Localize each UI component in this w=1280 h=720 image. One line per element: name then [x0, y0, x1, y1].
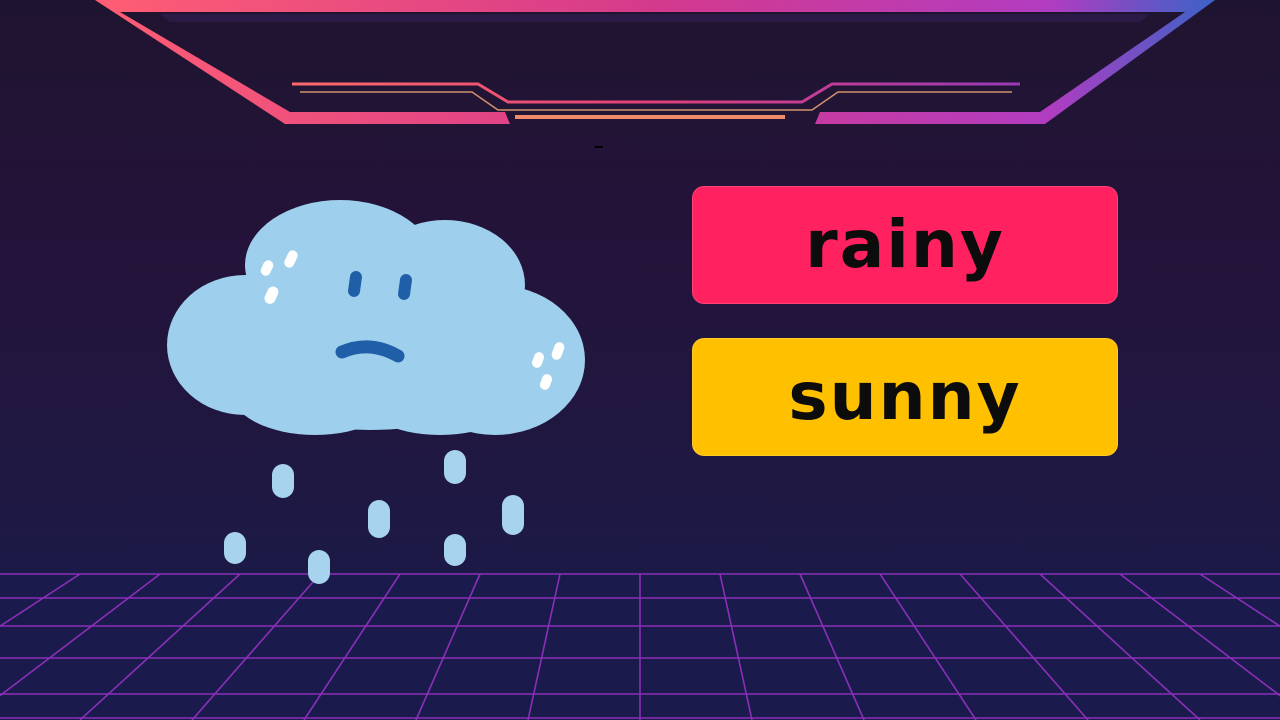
answer-option-rainy[interactable]: rainy: [692, 186, 1118, 304]
neon-grid-floor: [0, 572, 1280, 720]
neon-header-frame: [95, 0, 1215, 148]
answer-option-label: sunny: [788, 358, 1022, 435]
game-stage: rainy sunny: [0, 0, 1280, 720]
answer-option-label: rainy: [805, 206, 1005, 283]
answer-option-sunny[interactable]: sunny: [692, 338, 1118, 456]
rain-cloud-sad-icon: [167, 200, 585, 584]
